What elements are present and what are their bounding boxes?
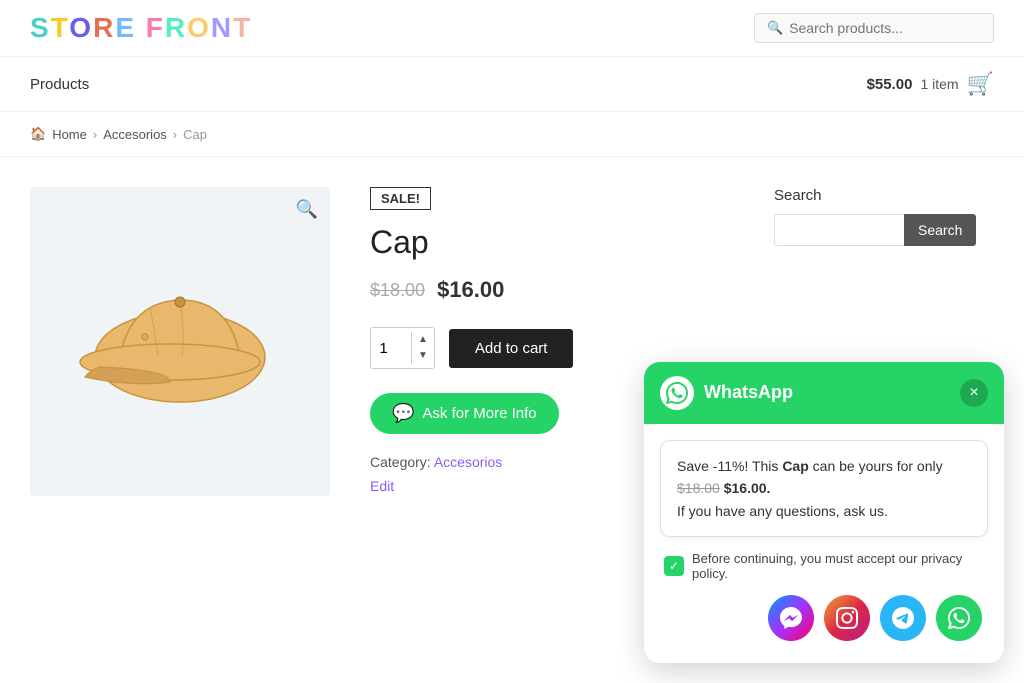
qty-arrows: ▲ ▼ bbox=[411, 332, 434, 364]
wa-popup-close-button[interactable]: × bbox=[960, 379, 988, 407]
qty-up-button[interactable]: ▲ bbox=[412, 332, 434, 348]
header: STORE FRONT 🔍 bbox=[0, 0, 1024, 57]
products-nav-link[interactable]: Products bbox=[30, 76, 89, 93]
search-bar[interactable]: 🔍 bbox=[754, 13, 994, 43]
sale-price: $16.00 bbox=[437, 277, 504, 303]
wa-title-text: WhatsApp bbox=[704, 382, 793, 403]
product-image bbox=[70, 262, 290, 422]
zoom-icon[interactable]: 🔍 bbox=[296, 199, 318, 220]
category-label: Category: bbox=[370, 454, 431, 470]
wa-message-line2: can be yours for only bbox=[813, 458, 943, 474]
wa-message-original: $18.00 bbox=[677, 480, 720, 496]
category-link[interactable]: Accesorios bbox=[434, 454, 502, 470]
wa-message-product: Cap bbox=[782, 458, 808, 474]
cart-items-count: 1 item bbox=[920, 76, 958, 92]
ask-more-info-button[interactable]: 💬 Ask for More Info bbox=[370, 393, 559, 434]
product-title: Cap bbox=[370, 224, 734, 261]
privacy-check-icon: ✓ bbox=[664, 556, 684, 576]
wa-message-line1: Save -11%! This bbox=[677, 458, 778, 474]
breadcrumb-category[interactable]: Accesorios bbox=[103, 127, 167, 142]
cart-icon[interactable]: 🛒 bbox=[967, 71, 994, 97]
sidebar-search-area: Search bbox=[774, 214, 994, 246]
price-area: $18.00 $16.00 bbox=[370, 277, 734, 303]
add-to-cart-button[interactable]: Add to cart bbox=[449, 329, 574, 368]
logo: STORE FRONT bbox=[30, 12, 252, 44]
breadcrumb-sep2: › bbox=[173, 127, 177, 142]
wa-popup-title: WhatsApp bbox=[660, 376, 793, 410]
product-image-area: 🔍 bbox=[30, 187, 330, 496]
wa-logo-icon bbox=[660, 376, 694, 410]
edit-link[interactable]: Edit bbox=[370, 478, 394, 494]
search-input[interactable] bbox=[789, 20, 981, 36]
breadcrumb-home[interactable]: Home bbox=[52, 127, 87, 142]
navbar: Products $55.00 1 item 🛒 bbox=[0, 57, 1024, 112]
quantity-input[interactable]: 1 ▲ ▼ bbox=[370, 327, 435, 369]
wa-message-bubble: Save -11%! This Cap can be yours for onl… bbox=[660, 440, 988, 537]
wa-message-line3: If you have any questions, ask us. bbox=[677, 503, 888, 519]
telegram-icon[interactable] bbox=[880, 595, 926, 641]
home-icon: 🏠 bbox=[30, 126, 46, 142]
wa-social-icons bbox=[660, 595, 988, 647]
breadcrumb-current: Cap bbox=[183, 127, 207, 142]
messenger-icon[interactable] bbox=[768, 595, 814, 641]
wa-privacy-line: ✓ Before continuing, you must accept our… bbox=[660, 551, 988, 581]
wa-popup-body: Save -11%! This Cap can be yours for onl… bbox=[644, 424, 1004, 663]
breadcrumb-sep1: › bbox=[93, 127, 97, 142]
search-icon: 🔍 bbox=[767, 20, 783, 36]
instagram-icon[interactable] bbox=[824, 595, 870, 641]
cart-price: $55.00 bbox=[867, 76, 913, 93]
original-price: $18.00 bbox=[370, 280, 425, 301]
wa-popup-header: WhatsApp × bbox=[644, 362, 1004, 424]
ask-more-info-label: Ask for More Info bbox=[422, 405, 536, 422]
whatsapp-popup: WhatsApp × Save -11%! This Cap can be yo… bbox=[644, 362, 1004, 663]
sidebar-search-input[interactable] bbox=[774, 214, 904, 246]
breadcrumb: 🏠 Home › Accesorios › Cap bbox=[0, 112, 1024, 157]
whatsapp-btn-icon: 💬 bbox=[392, 403, 414, 424]
quantity-stepper[interactable]: 1 bbox=[371, 340, 411, 357]
cart-area: $55.00 1 item 🛒 bbox=[867, 71, 994, 97]
privacy-text: Before continuing, you must accept our p… bbox=[692, 551, 984, 581]
sale-badge: SALE! bbox=[370, 187, 431, 210]
wa-message-sale: $16.00. bbox=[724, 480, 771, 496]
whatsapp-social-icon[interactable] bbox=[936, 595, 982, 641]
sidebar-search-button[interactable]: Search bbox=[904, 214, 976, 246]
sidebar-search-label: Search bbox=[774, 187, 994, 204]
qty-down-button[interactable]: ▼ bbox=[412, 348, 434, 364]
